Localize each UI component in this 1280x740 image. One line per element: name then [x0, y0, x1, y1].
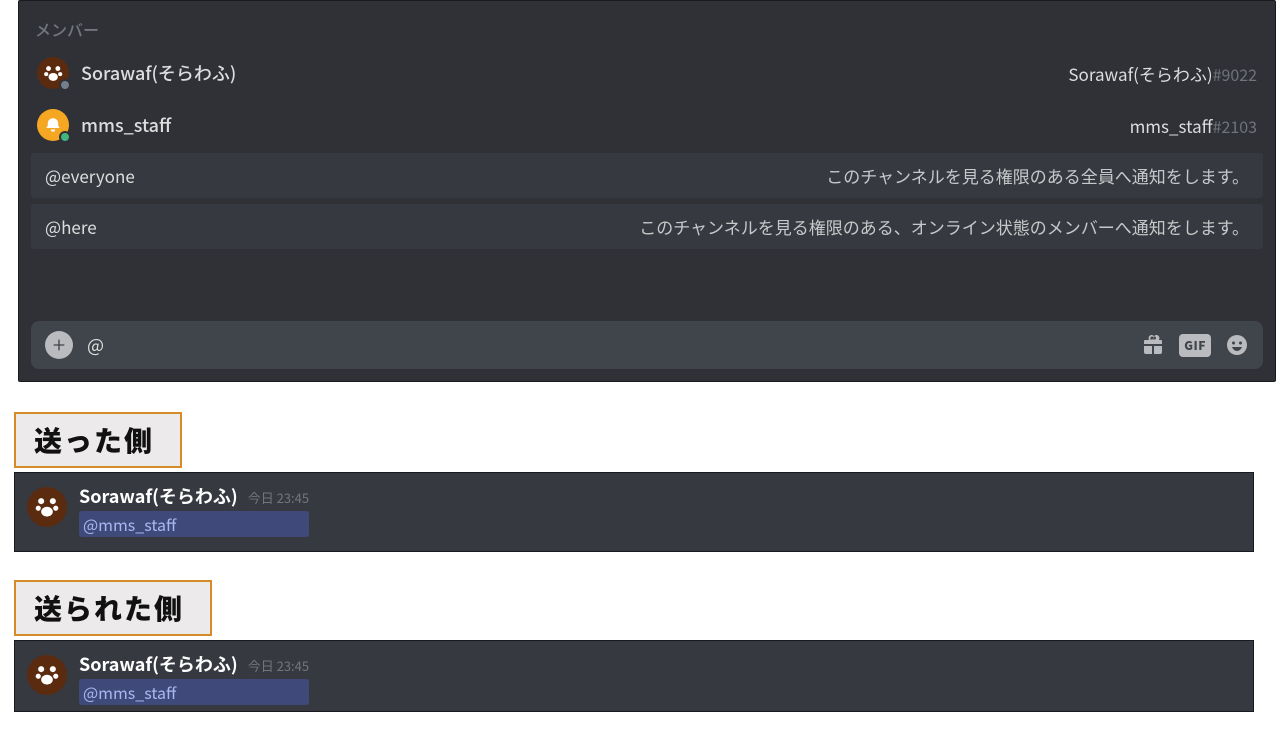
paw-icon	[27, 487, 67, 527]
role-label: @here	[45, 214, 97, 239]
paw-icon	[27, 655, 67, 695]
annotation-received-side: 送られた側	[14, 580, 212, 636]
message-timestamp: 今日 23:45	[248, 656, 309, 675]
mention-everyone[interactable]: @everyone このチャンネルを見る権限のある全員へ通知をします。	[31, 153, 1263, 198]
gif-label: GIF	[1179, 334, 1211, 357]
gift-icon[interactable]	[1141, 333, 1165, 357]
message-input[interactable]: @	[87, 332, 1127, 358]
member-row[interactable]: mms_staff mms_staff #2103	[27, 101, 1267, 149]
member-discriminator: #2103	[1213, 114, 1257, 138]
mention-here[interactable]: @here このチャンネルを見る権限のある、オンライン状態のメンバーへ通知をしま…	[31, 204, 1263, 249]
message-block: Sorawaf(そらわふ) 今日 23:45 @mms_staff	[14, 472, 1254, 552]
mention-picker: メンバー Sorawaf(そらわふ) Sorawaf(そらわふ) #9022	[18, 0, 1276, 382]
message-block: Sorawaf(そらわふ) 今日 23:45 @mms_staff	[14, 640, 1254, 712]
status-indicator	[59, 79, 71, 91]
member-discriminator: #9022	[1213, 62, 1257, 86]
member-tag: Sorawaf(そらわふ)	[1068, 61, 1212, 86]
message-author[interactable]: Sorawaf(そらわふ)	[79, 483, 238, 509]
gif-button[interactable]: GIF	[1179, 334, 1211, 357]
annotation-sent-side: 送った側	[14, 412, 182, 468]
message-timestamp: 今日 23:45	[248, 488, 309, 507]
role-label: @everyone	[45, 163, 135, 188]
member-tag: mms_staff	[1130, 113, 1213, 138]
message-author[interactable]: Sorawaf(そらわふ)	[79, 651, 238, 677]
message-composer: @ GIF	[31, 321, 1263, 369]
member-name: mms_staff	[81, 112, 171, 138]
mention-link[interactable]: @mms_staff	[79, 679, 309, 705]
emoji-icon[interactable]	[1225, 333, 1249, 357]
section-header: メンバー	[19, 1, 1275, 49]
member-row[interactable]: Sorawaf(そらわふ) Sorawaf(そらわふ) #9022	[27, 49, 1267, 97]
member-name: Sorawaf(そらわふ)	[81, 60, 236, 86]
add-attachment-button[interactable]	[45, 331, 73, 359]
mention-link[interactable]: @mms_staff	[79, 511, 309, 537]
role-desc: このチャンネルを見る権限のある、オンライン状態のメンバーへ通知をします。	[639, 214, 1249, 239]
status-indicator	[59, 131, 71, 143]
role-desc: このチャンネルを見る権限のある全員へ通知をします。	[826, 163, 1249, 188]
